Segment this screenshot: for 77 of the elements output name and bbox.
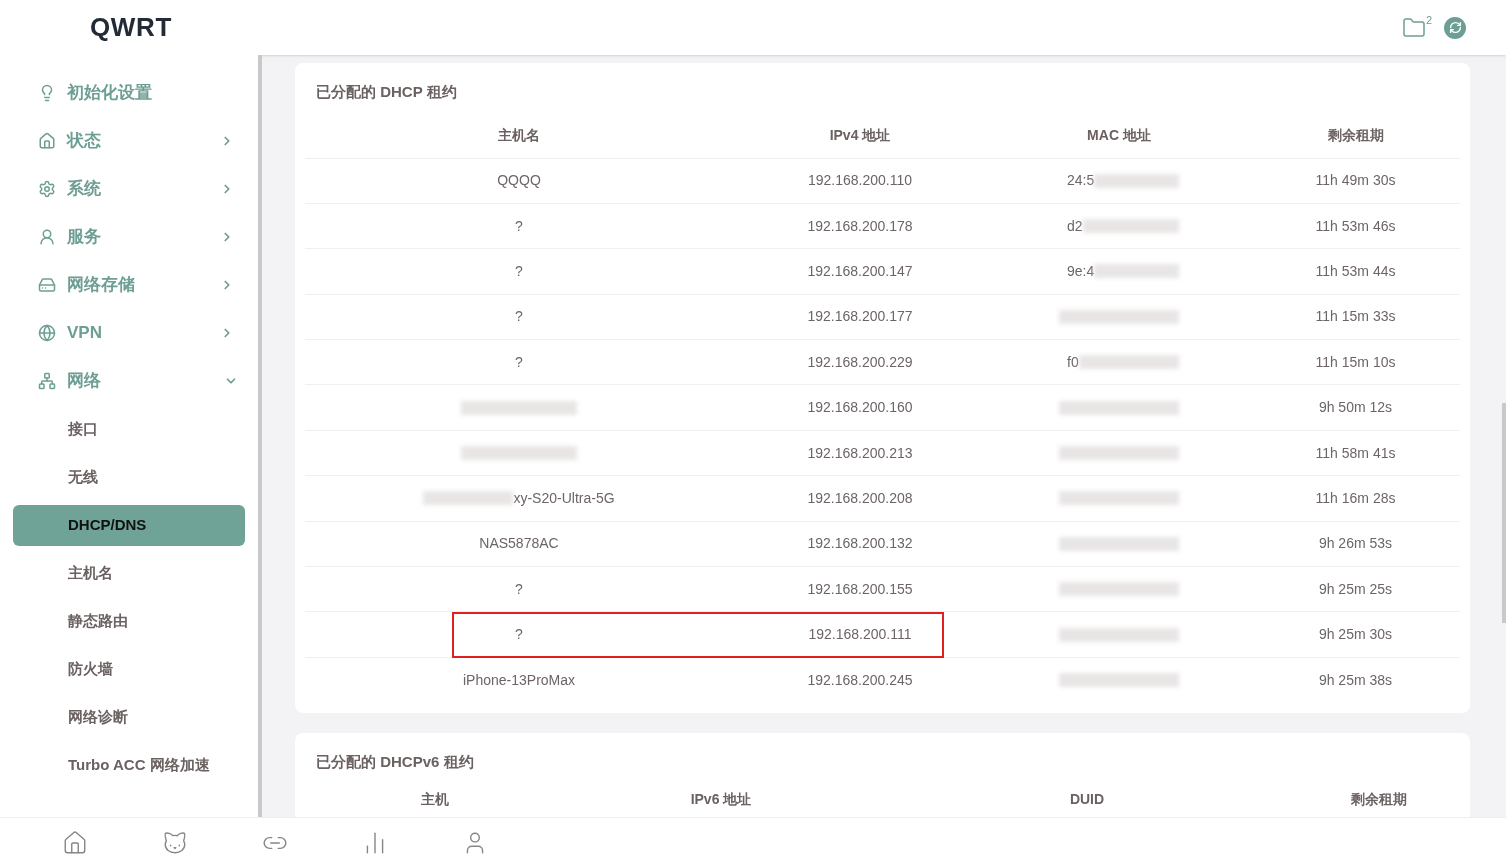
sidebar-subitem[interactable]: 防火墙: [13, 648, 245, 690]
table-cell-text: ?: [515, 307, 523, 327]
table-cell-text: d2: [1066, 216, 1083, 236]
folder-count: 2: [1425, 12, 1432, 28]
card-title: 已分配的 DHCP 租约: [315, 82, 458, 102]
sidebar-subitem[interactable]: DHCP/DNS: [13, 504, 245, 546]
table-cell-text: NAS5878AC: [479, 534, 559, 554]
column-header: 主机: [421, 790, 449, 810]
table-cell-text: 9h 25m 25s: [1318, 579, 1393, 599]
table-cell-text: 192.168.200.229: [807, 352, 913, 372]
table-cell-text: ?: [515, 216, 523, 236]
column-header: 剩余租期: [1350, 790, 1407, 810]
sidebar-item[interactable]: VPN: [0, 309, 258, 357]
table-cell-text: 192.168.200.213: [807, 443, 913, 463]
table-cell-text: 9h 25m 38s: [1318, 671, 1393, 690]
network-icon: [38, 372, 56, 390]
sidebar-item[interactable]: 系统: [0, 165, 258, 213]
table-cell-text: 192.168.200.160: [807, 398, 913, 418]
table-cell-text: QQQQ: [497, 171, 541, 191]
user-icon: [38, 228, 56, 246]
table-cell-text: ?: [515, 625, 523, 645]
table-cell-text: 11h 53m 44s: [1315, 261, 1396, 281]
table-cell-text: 192.168.200.177: [807, 307, 913, 327]
table-cell-text: 11h 58m 41s: [1315, 443, 1396, 463]
logo: QWRT: [90, 11, 172, 44]
column-header: 剩余租期: [1327, 126, 1384, 145]
refresh-icon: [1448, 21, 1462, 34]
table-cell-text: 192.168.200.132: [807, 534, 913, 554]
table-cell-text: 192.168.200.245: [807, 671, 913, 690]
table-cell-text: 24:5: [1066, 171, 1095, 191]
sidebar-subitem[interactable]: 主机名: [13, 552, 245, 594]
table-cell-text: ?: [515, 579, 523, 599]
table-cell-text: 192.168.200.208: [807, 488, 913, 508]
column-header: 主机名: [498, 126, 540, 145]
settings-icon: [38, 180, 56, 198]
sidebar-item[interactable]: 网络: [0, 357, 258, 405]
folder-button[interactable]: 2: [1401, 15, 1432, 40]
column-header: IPv4 地址: [829, 126, 891, 145]
table-cell-text: 192.168.200.110: [807, 171, 913, 191]
home-icon: [38, 132, 56, 150]
table-cell-text: 11h 16m 28s: [1315, 488, 1396, 508]
sidebar-subitem[interactable]: 静态路由: [13, 600, 245, 642]
table-cell-text: 192.168.200.155: [807, 579, 913, 599]
table-cell-text: 9e:4: [1066, 261, 1095, 281]
sidebar-item[interactable]: 状态: [0, 117, 258, 165]
home-icon: [62, 829, 88, 856]
refresh-button[interactable]: [1444, 16, 1466, 39]
drive-icon: [38, 276, 56, 294]
table-cell-text: 9h 50m 12s: [1318, 398, 1393, 418]
table-cell-text: 11h 15m 33s: [1315, 307, 1396, 327]
table-cell-text: iPhone-13ProMax: [462, 671, 576, 690]
cat-icon: [162, 829, 188, 856]
table-cell-text: ?: [515, 261, 523, 281]
sidebar-subitem[interactable]: 网络诊断: [13, 696, 245, 738]
table-cell-text: 9h 25m 30s: [1318, 625, 1393, 645]
table-cell-text: 11h 53m 46s: [1315, 216, 1396, 236]
globe-icon: [38, 324, 56, 342]
folder-icon: [1401, 15, 1426, 40]
column-header: MAC 地址: [1087, 126, 1151, 145]
table-cell-text: ?: [515, 352, 523, 372]
table-cell-text: 11h 49m 30s: [1315, 171, 1396, 191]
table-cell-text: 192.168.200.111: [808, 625, 912, 645]
card-title: 已分配的 DHCPv6 租约: [315, 752, 475, 773]
table-cell-text: xy-S20-Ultra-5G: [513, 488, 615, 508]
column-header: DUID: [1069, 790, 1105, 810]
sidebar-item[interactable]: 初始化设置: [0, 69, 258, 117]
sidebar-subitem[interactable]: 接口: [13, 408, 245, 450]
column-header: IPv6 地址: [690, 790, 752, 810]
sidebar-subitem[interactable]: 无线: [13, 456, 245, 498]
table-cell-text: 192.168.200.147: [807, 261, 913, 281]
sidebar-item[interactable]: 服务: [0, 213, 258, 261]
sidebar-subitem[interactable]: Turbo ACC 网络加速: [13, 744, 245, 786]
table-cell-text: 11h 15m 10s: [1315, 352, 1396, 372]
table-cell-text: f0: [1066, 352, 1079, 372]
table-cell-text: 9h 26m 53s: [1318, 534, 1393, 554]
sidebar-item[interactable]: 网络存储: [0, 261, 258, 309]
table-cell-text: 192.168.200.178: [807, 216, 913, 236]
